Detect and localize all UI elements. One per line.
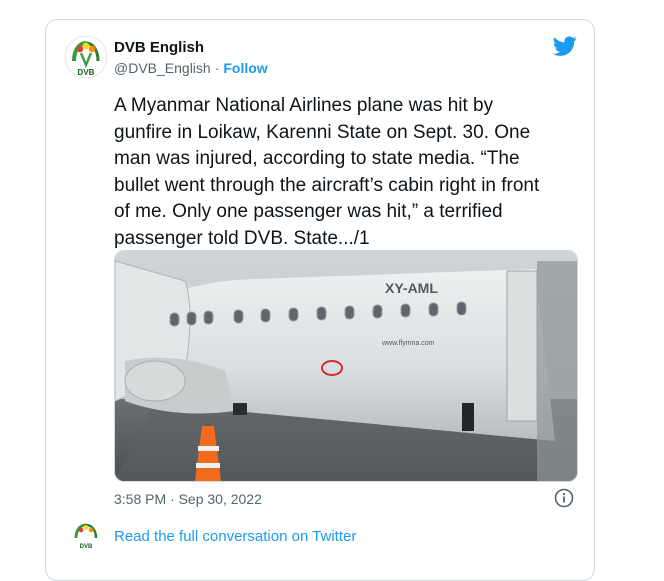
follow-button[interactable]: Follow — [223, 60, 267, 76]
dvb-logo-small-icon: DVB — [74, 523, 98, 550]
author-handle[interactable]: @DVB_English — [114, 60, 211, 76]
svg-text:DVB: DVB — [78, 68, 95, 77]
separator-dot: · — [214, 60, 220, 76]
tweet-timestamp[interactable]: 3:58 PM · Sep 30, 2022 — [114, 491, 262, 507]
airplane-photo: XY-AML www.flymna.com — [115, 251, 577, 481]
twitter-bird-icon[interactable] — [553, 34, 577, 58]
aircraft-registration: XY-AML — [385, 280, 438, 296]
info-icon[interactable] — [554, 488, 574, 508]
tweet-photo[interactable]: XY-AML www.flymna.com — [114, 250, 578, 482]
svg-text:DVB: DVB — [80, 544, 93, 550]
tweet-card: DVB DVB English @DVB_English · Follow A My… — [45, 19, 595, 581]
author-handle-row: @DVB_English · Follow — [114, 60, 268, 76]
dvb-logo-icon[interactable]: DVB — [64, 35, 108, 79]
aircraft-website: www.flymna.com — [381, 340, 435, 347]
read-conversation-link[interactable]: Read the full conversation on Twitter — [114, 528, 356, 545]
tweet-text: A Myanmar National Airlines plane was hi… — [114, 95, 540, 249]
author-name[interactable]: DVB English — [114, 39, 204, 56]
